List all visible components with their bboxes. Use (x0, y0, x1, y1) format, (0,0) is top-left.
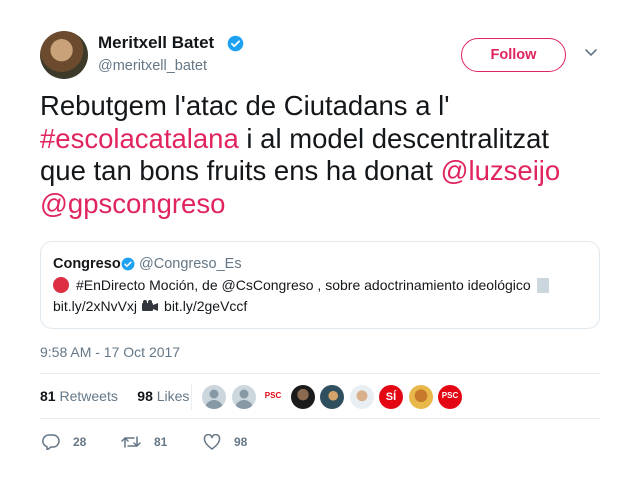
liker-avatar[interactable]: PSC (261, 385, 285, 409)
quoted-author-name[interactable]: Congreso (53, 256, 121, 272)
quoted-link-2[interactable]: bit.ly/2geVccf (164, 298, 247, 314)
quoted-text-line-1: #EnDirecto Moción, de @CsCongreso , sobr… (53, 277, 549, 293)
heart-icon (203, 434, 221, 450)
reply-icon (42, 434, 60, 450)
divider (40, 373, 600, 374)
retweets-stat[interactable]: 81 Retweets (40, 388, 118, 404)
reply-button[interactable]: 28 (42, 434, 86, 450)
red-circle-icon (53, 277, 69, 293)
liker-avatar[interactable] (349, 385, 374, 409)
tweet-text-segment: Rebutgem l'atac de Ciutadans a l' (40, 90, 450, 121)
reply-count: 28 (73, 435, 87, 449)
liker-avatar[interactable] (290, 385, 315, 409)
tweet-timestamp[interactable]: 9:58 AM - 17 Oct 2017 (40, 344, 180, 360)
liker-avatar[interactable]: PSC (438, 385, 462, 409)
follow-button[interactable]: Follow (461, 38, 566, 72)
quoted-author-handle[interactable]: @Congreso_Es (139, 256, 242, 272)
retweet-button[interactable]: 81 (121, 434, 167, 450)
liker-avatar[interactable] (408, 385, 433, 409)
liker-logo-text: SÍ (385, 391, 397, 403)
like-button[interactable]: 98 (203, 434, 247, 450)
liker-logo-text: PSC (264, 391, 282, 400)
retweet-icon (121, 436, 141, 448)
document-icon (536, 277, 549, 293)
quoted-link-1[interactable]: bit.ly/2xNvVxj (53, 298, 137, 314)
verified-icon (227, 35, 244, 52)
liker-avatar[interactable] (320, 385, 344, 409)
liker-avatar[interactable] (231, 385, 256, 409)
quoted-text-line-2: bit.ly/2xNvVxj bit.ly/2geVccf (53, 298, 247, 314)
author-name[interactable]: Meritxell Batet (98, 33, 214, 53)
divider (40, 418, 600, 419)
like-count: 98 (234, 435, 248, 449)
tweet-text: Rebutgem l'atac de Ciutadans a l' #escol… (40, 90, 600, 220)
chevron-down-icon[interactable] (584, 48, 598, 58)
mention-link[interactable]: @luzseijo (441, 155, 561, 186)
retweet-count: 81 (154, 435, 168, 449)
engagement-stats: 81 Retweets 98 Likes (40, 388, 189, 404)
liker-avatar[interactable]: SÍ (379, 385, 403, 409)
author-avatar[interactable] (40, 31, 88, 79)
quoted-text: #EnDirecto Moción, de @CsCongreso , sobr… (76, 277, 531, 293)
verified-icon (121, 257, 135, 271)
divider (191, 384, 192, 410)
author-handle[interactable]: @meritxell_batet (98, 58, 207, 74)
mention-link[interactable]: @gpscongreso (40, 188, 225, 219)
liker-logo-text: PSC (441, 391, 459, 400)
camera-icon (142, 300, 159, 311)
liker-avatar[interactable] (202, 385, 226, 409)
likes-stat[interactable]: 98 Likes (137, 388, 189, 404)
hashtag-link[interactable]: #escolacatalana (40, 123, 239, 154)
liker-avatars: PSC SÍ PSC (202, 385, 468, 409)
